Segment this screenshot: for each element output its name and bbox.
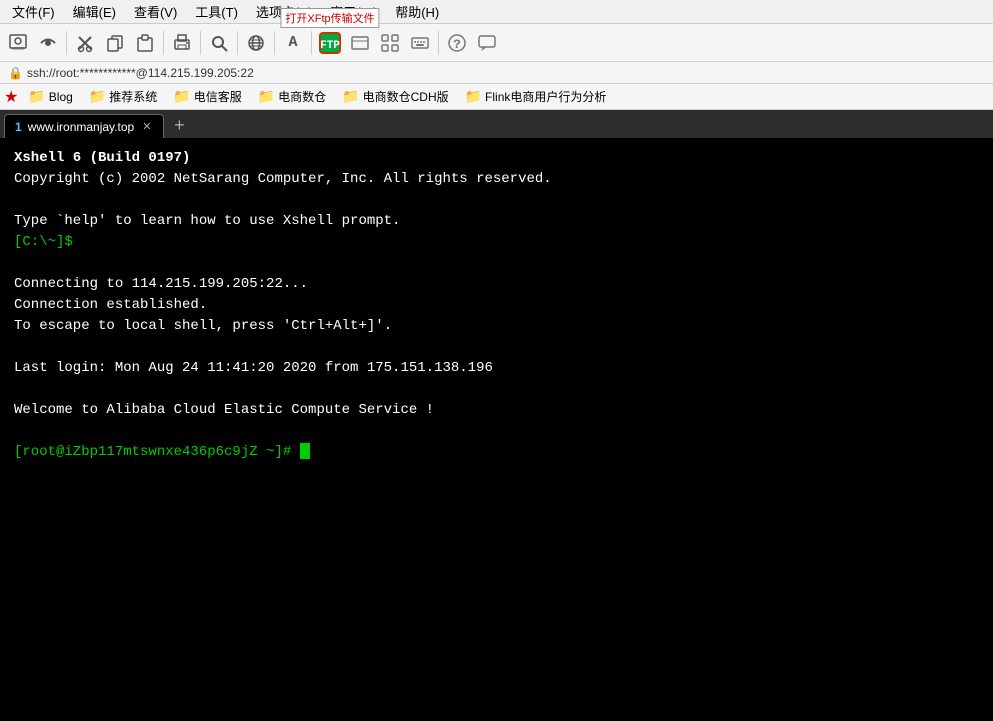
bookmark-label-3: 电商数仓	[278, 88, 326, 105]
toolbar-separator-4	[237, 31, 238, 55]
keyboard-button[interactable]	[406, 29, 434, 57]
connection-bar: 🔒 ssh://root:************@114.215.199.20…	[0, 62, 993, 84]
bookmark-flink[interactable]: 📁 Flink电商用户行为分析	[459, 86, 613, 107]
term-l2: Copyright (c) 2002 NetSarang Computer, I…	[14, 171, 552, 187]
bookmarks-bar: ★ 📁 Blog 📁 推荐系统 📁 电信客服 📁 电商数仓 📁 电商数仓CDH版…	[0, 84, 993, 110]
bookmark-label-1: 推荐系统	[109, 88, 157, 105]
term-l9: To escape to local shell, press 'Ctrl+Al…	[14, 318, 392, 334]
globe-button[interactable]	[242, 29, 270, 57]
bookmark-label-5: Flink电商用户行为分析	[485, 88, 606, 105]
tabbar: 1 www.ironmanjay.top ✕ +	[0, 110, 993, 138]
tab-label: www.ironmanjay.top	[28, 120, 135, 134]
find-button[interactable]	[205, 29, 233, 57]
bookmark-folder-icon-1: 📁	[89, 88, 106, 105]
menu-edit[interactable]: 编辑(E)	[65, 0, 124, 23]
bookmark-folder-icon-4: 📁	[342, 88, 359, 105]
paste-button[interactable]	[131, 29, 159, 57]
bookmark-recommend[interactable]: 📁 推荐系统	[83, 86, 163, 107]
toolbar-separator-5	[274, 31, 275, 55]
tab-number: 1	[15, 120, 22, 134]
term-prompt: [root@iZbp117mtswnxe436p6c9jZ ~]#	[14, 444, 310, 460]
session-manager-button[interactable]	[376, 29, 404, 57]
bookmark-telecom[interactable]: 📁 电信客服	[167, 86, 247, 107]
bookmark-ecommerce-cdh[interactable]: 📁 电商数仓CDH版	[336, 86, 454, 107]
bookmark-folder-icon-5: 📁	[465, 88, 482, 105]
terminal[interactable]: Xshell 6 (Build 0197) Copyright (c) 2002…	[0, 138, 993, 721]
bookmark-label-2: 电信客服	[194, 88, 242, 105]
term-l8: Connection established.	[14, 297, 207, 313]
menu-file[interactable]: 文件(F)	[4, 0, 63, 23]
menubar: 文件(F) 编辑(E) 查看(V) 工具(T) 选项卡(B) 窗口(W) 帮助(…	[0, 0, 993, 24]
toolbar-separator-6	[311, 31, 312, 55]
menu-window[interactable]: 窗口(W)	[322, 0, 385, 23]
toolbar-separator-1	[66, 31, 67, 55]
term-l4: Type `help' to learn how to use Xshell p…	[14, 213, 400, 229]
bookmark-star: ★	[4, 87, 18, 107]
font-button[interactable]: A	[279, 29, 307, 57]
menu-tools[interactable]: 工具(T)	[187, 0, 246, 23]
new-tab-button[interactable]: +	[168, 116, 190, 138]
menu-help[interactable]: 帮助(H)	[387, 0, 447, 23]
bookmark-ecommerce[interactable]: 📁 电商数仓	[252, 86, 332, 107]
bookmark-blog[interactable]: 📁 Blog	[22, 86, 78, 107]
new-session-button[interactable]	[4, 29, 32, 57]
transfer-button[interactable]	[346, 29, 374, 57]
bookmark-folder-icon-3: 📁	[258, 88, 275, 105]
tab-1[interactable]: 1 www.ironmanjay.top ✕	[4, 114, 164, 138]
xftp-button[interactable]: FTP 打开XFtp传输文件	[316, 29, 344, 57]
bookmark-folder-icon-0: 📁	[28, 88, 45, 105]
chat-button[interactable]	[473, 29, 501, 57]
bookmark-folder-icon-2: 📁	[173, 88, 190, 105]
menu-tabs[interactable]: 选项卡(B)	[248, 0, 320, 23]
bookmark-label-4: 电商数仓CDH版	[363, 88, 449, 105]
svg-text:?: ?	[453, 37, 461, 52]
cut-button[interactable]	[71, 29, 99, 57]
tab-close-button[interactable]: ✕	[140, 120, 153, 133]
help-button[interactable]: ?	[443, 29, 471, 57]
copy-button[interactable]	[101, 29, 129, 57]
connection-icon: 🔒	[8, 66, 23, 80]
toolbar-separator-3	[200, 31, 201, 55]
svg-text:FTP: FTP	[320, 40, 340, 52]
toolbar-separator-2	[163, 31, 164, 55]
toolbar-separator-7	[438, 31, 439, 55]
menu-view[interactable]: 查看(V)	[126, 0, 185, 23]
print-button[interactable]	[168, 29, 196, 57]
term-l11: Last login: Mon Aug 24 11:41:20 2020 fro…	[14, 360, 493, 376]
toolbar: A FTP 打开XFtp传输文件 ?	[0, 24, 993, 62]
term-l13: Welcome to Alibaba Cloud Elastic Compute…	[14, 402, 434, 418]
bookmark-label-0: Blog	[49, 90, 73, 104]
term-l1: Xshell 6 (Build 0197)	[14, 150, 190, 166]
connection-address: ssh://root:************@114.215.199.205:…	[27, 66, 254, 80]
connect-button[interactable]	[34, 29, 62, 57]
terminal-cursor	[300, 443, 310, 459]
term-l7: Connecting to 114.215.199.205:22...	[14, 276, 308, 292]
term-l5: [C:\~]$	[14, 234, 73, 250]
